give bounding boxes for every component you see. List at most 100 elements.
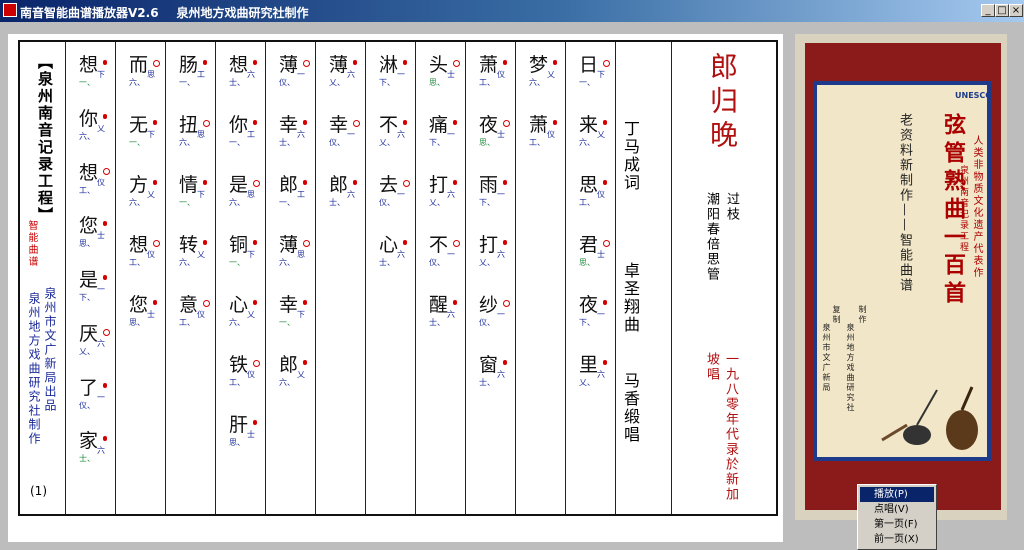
notation-mark: 乂、 xyxy=(329,78,345,87)
notation-mark: 六、 xyxy=(179,258,195,267)
lyric-column: 薄仪、一幸士、六郎一、工薄六、思幸一、下郎六、乂 xyxy=(266,42,316,514)
notation-mark: 六 xyxy=(247,70,255,79)
beat-mark xyxy=(603,360,607,365)
notation-mark: 一、 xyxy=(179,198,195,207)
beat-mark xyxy=(303,300,307,305)
lyric-char: 转 xyxy=(179,234,199,256)
beat-mark xyxy=(253,180,260,187)
notation-mark: 工、 xyxy=(229,378,245,387)
lyric-column: 肠一、工扭六、思情一、下转六、乂意工、仪 xyxy=(166,42,216,514)
lyric-char: 而 xyxy=(129,54,149,76)
notation-mark: 士、 xyxy=(479,378,495,387)
window-titlebar[interactable]: 南音智能曲谱播放器V2.6 泉州地方戏曲研究社制作 _ □ × xyxy=(0,0,1024,22)
lyric-column: 薄乂、六幸仪、一郎士、六 xyxy=(316,42,366,514)
notation-mark: 六、 xyxy=(529,78,545,87)
lyric-char: 去 xyxy=(379,174,399,196)
notation-mark: 乂 xyxy=(97,123,105,133)
notation-mark: 六、 xyxy=(129,78,145,87)
beat-mark xyxy=(203,60,207,65)
maximize-button[interactable]: □ xyxy=(995,4,1009,17)
notation-mark: 六 xyxy=(97,446,105,456)
beat-mark xyxy=(103,60,107,65)
menu-item-sing[interactable]: 点唱(V) xyxy=(860,502,934,517)
notation-mark: 一 xyxy=(447,250,455,259)
notation-mark: 六 xyxy=(497,370,505,379)
beat-mark xyxy=(503,360,507,365)
lyric-column: 想一、下你六、乂想工、仪您思、士是下、一厌乂、六了仪、一家士、六 xyxy=(66,42,116,514)
notation-mark: 一 xyxy=(397,190,405,199)
notation-mark: 仪、 xyxy=(279,78,295,87)
lyric-char: 痛 xyxy=(429,114,449,136)
notation-mark: 六 xyxy=(347,190,355,199)
notation-mark: 乂 xyxy=(297,370,305,379)
notation-mark: 下、 xyxy=(379,78,395,87)
notation-mark: 六 xyxy=(97,338,105,348)
menu-item-prev-page[interactable]: 前一页(X) xyxy=(860,532,934,547)
notation-mark: 一 xyxy=(347,130,355,139)
notation-mark: 一、 xyxy=(279,318,295,327)
beat-mark xyxy=(253,240,257,245)
minimize-button[interactable]: _ xyxy=(981,4,995,17)
notation-mark: 思 xyxy=(197,130,205,139)
lyric-char: 梦 xyxy=(529,54,549,76)
notation-mark: 士、 xyxy=(279,138,295,147)
beat-mark xyxy=(603,60,610,67)
lyric-char: 意 xyxy=(179,294,199,316)
notation-mark: 乂 xyxy=(247,310,255,319)
lyric-char: 铜 xyxy=(229,234,249,256)
beat-mark xyxy=(103,328,110,336)
notation-mark: 六、 xyxy=(279,378,295,387)
lyric-char: 头 xyxy=(429,54,449,76)
notation-mark: 思 xyxy=(297,250,305,259)
notation-mark: 六、 xyxy=(179,138,195,147)
notation-mark: 工 xyxy=(247,130,255,139)
context-menu[interactable]: 播放(P) 点唱(V) 第一页(F) 前一页(X) xyxy=(857,484,937,550)
lyric-char: 来 xyxy=(579,114,599,136)
notation-mark: 六、 xyxy=(229,198,245,207)
notation-mark: 仪 xyxy=(197,310,205,319)
beat-mark xyxy=(253,300,257,305)
lyric-char: 郎 xyxy=(279,354,299,376)
beat-mark xyxy=(303,60,310,67)
lyric-char: 郎 xyxy=(279,174,299,196)
notation-mark: 工、 xyxy=(579,198,595,207)
beat-mark xyxy=(553,60,557,65)
notation-mark: 下 xyxy=(147,130,155,139)
page-number: (1) xyxy=(30,484,47,498)
score-frame: 【泉州南音记录工程】 智能曲谱 泉州市文广新局出品 泉州地方戏曲研究社制作 (1… xyxy=(18,40,778,516)
beat-mark xyxy=(153,120,157,125)
lyric-char: 你 xyxy=(79,107,99,130)
singer: 马香缎唱 xyxy=(621,372,640,444)
performers-column: 丁马成词 卓圣翔曲 马香缎唱 xyxy=(616,42,672,514)
beat-mark xyxy=(453,240,460,247)
notation-mark: 仪 xyxy=(597,190,605,199)
beat-mark xyxy=(103,382,107,388)
notation-mark: 思、 xyxy=(229,438,245,447)
menu-item-first-page[interactable]: 第一页(F) xyxy=(860,517,934,532)
lyric-char: 打 xyxy=(479,234,499,256)
lyric-char: 您 xyxy=(79,215,99,238)
instrument-pipa-icon xyxy=(881,386,978,450)
beat-mark xyxy=(303,180,307,185)
close-button[interactable]: × xyxy=(1009,4,1023,17)
beat-mark xyxy=(303,240,310,247)
notation-mark: 乂 xyxy=(597,130,605,139)
lyric-char: 不 xyxy=(379,114,399,136)
lyric-char: 家 xyxy=(79,430,99,453)
lyric-char: 想 xyxy=(129,234,149,256)
notation-mark: 士、 xyxy=(379,258,395,267)
menu-item-play[interactable]: 播放(P) xyxy=(860,487,934,502)
notation-mark: 下 xyxy=(197,190,205,199)
lyric-char: 你 xyxy=(229,114,249,136)
lyric-char: 萧 xyxy=(479,54,499,76)
notation-mark: 工、 xyxy=(129,258,145,267)
tune-info: 潮阳春倍思管 xyxy=(704,192,719,282)
notation-mark: 工 xyxy=(197,70,205,79)
notation-mark: 乂、 xyxy=(579,378,595,387)
lyric-char: 扭 xyxy=(179,114,199,136)
lyric-char: 不 xyxy=(429,234,449,256)
notation-mark: 仪 xyxy=(247,370,255,379)
beat-mark xyxy=(153,240,160,247)
beat-mark xyxy=(353,180,357,185)
lyric-char: 幸 xyxy=(329,114,349,136)
